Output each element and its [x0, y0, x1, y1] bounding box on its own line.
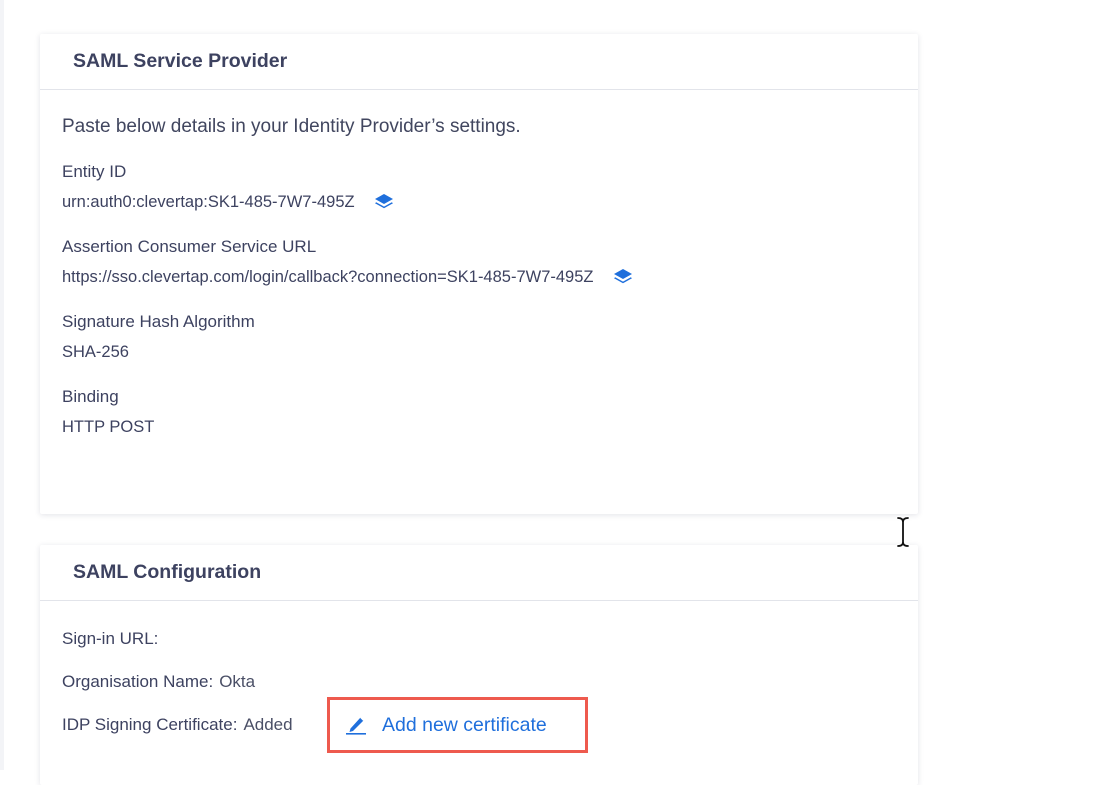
field-label: Assertion Consumer Service URL: [62, 237, 317, 256]
binding-value: HTTP POST: [62, 418, 155, 436]
card-body: Paste below details in your Identity Pro…: [40, 116, 918, 438]
acs-url-value[interactable]: https://sso.clevertap.com/login/callback…: [62, 266, 594, 288]
certificate-label: IDP Signing Certificate:: [62, 715, 238, 734]
acs-url-field: Assertion Consumer Service URL https://s…: [62, 236, 918, 288]
field-value-row: urn:auth0:clevertap:SK1-485-7W7-495Z: [62, 191, 918, 213]
page-edge: [0, 0, 4, 770]
organisation-value: Okta: [219, 672, 256, 691]
pencil-icon: [345, 715, 367, 735]
add-new-certificate-label: Add new certificate: [382, 713, 547, 736]
certificate-value: Added: [243, 715, 293, 734]
field-label: Entity ID: [62, 162, 127, 181]
field-label: Binding: [62, 387, 119, 406]
field-label: Signature Hash Algorithm: [62, 312, 255, 331]
entity-id-field: Entity ID urn:auth0:clevertap:SK1-485-7W…: [62, 161, 918, 213]
organisation-row: Organisation Name: Okta: [62, 671, 918, 693]
add-new-certificate-button[interactable]: Add new certificate: [327, 697, 588, 753]
hash-algorithm-field: Signature Hash Algorithm SHA-256: [62, 311, 918, 363]
binding-field: Binding HTTP POST: [62, 386, 918, 438]
field-value-row: https://sso.clevertap.com/login/callback…: [62, 266, 918, 288]
saml-service-provider-card: SAML Service Provider Paste below detail…: [40, 34, 918, 514]
hash-algorithm-value: SHA-256: [62, 343, 129, 361]
entity-id-value[interactable]: urn:auth0:clevertap:SK1-485-7W7-495Z: [62, 191, 355, 213]
sign-in-url-row: Sign-in URL:: [62, 628, 918, 650]
card-title: SAML Service Provider: [40, 34, 918, 90]
sign-in-url-label: Sign-in URL:: [62, 629, 159, 648]
text-cursor-icon: [895, 515, 911, 549]
copy-layers-icon[interactable]: [612, 267, 634, 287]
copy-layers-icon[interactable]: [373, 192, 395, 212]
intro-text: Paste below details in your Identity Pro…: [62, 116, 521, 137]
organisation-label: Organisation Name:: [62, 672, 214, 691]
card-title: SAML Configuration: [40, 545, 918, 601]
